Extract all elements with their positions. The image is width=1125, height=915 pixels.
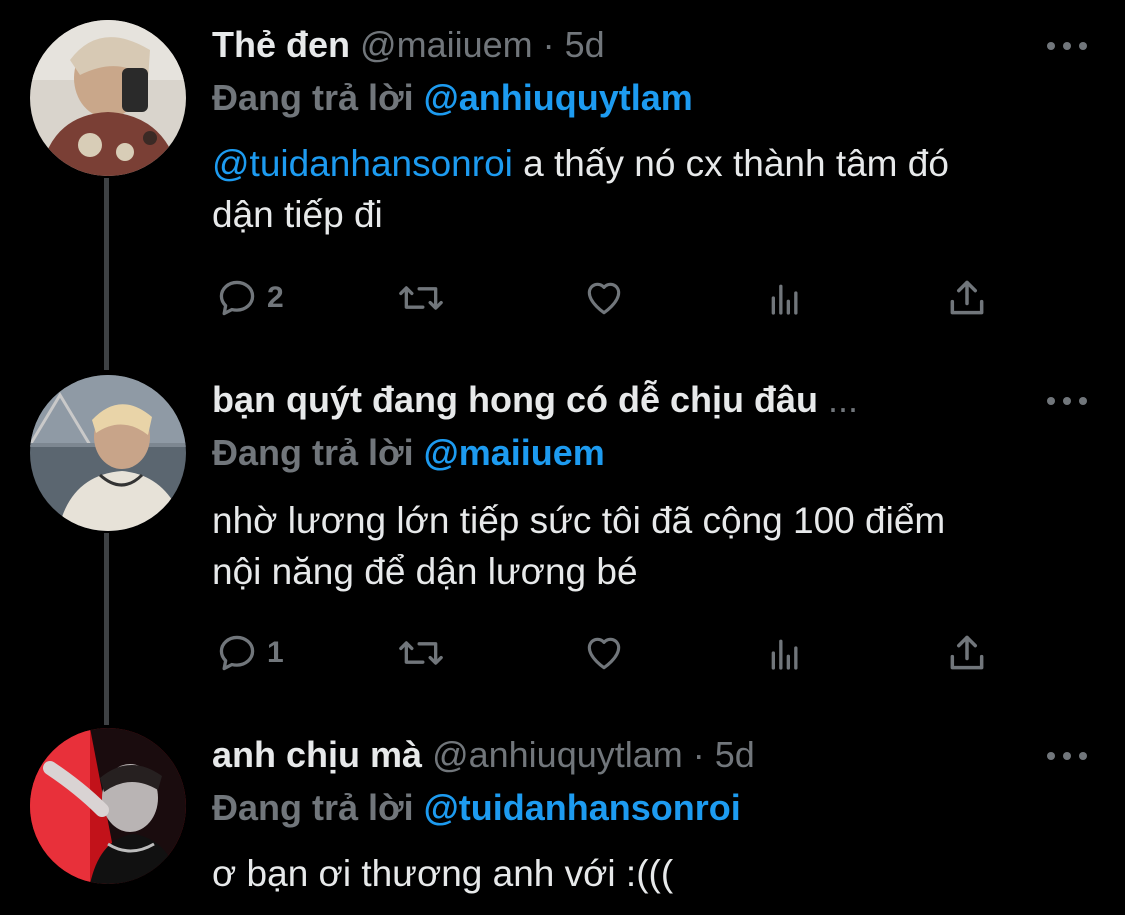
avatar[interactable]: [30, 20, 186, 176]
tweet-3[interactable]: anh chịu mà @anhiuquytlam · 5d Đang trả …: [0, 710, 1125, 915]
like-icon: [580, 276, 628, 320]
analytics-icon: [765, 631, 805, 675]
name-truncation: ...: [828, 379, 859, 420]
reply-mention-link[interactable]: @anhiuquytlam: [424, 77, 693, 118]
reply-button[interactable]: 1: [215, 628, 284, 678]
tweet-body: ơ bạn ơi thương anh với :(((: [212, 853, 674, 894]
handle[interactable]: @maiiuem: [360, 24, 533, 65]
share-button[interactable]: [945, 273, 989, 323]
tweet-1[interactable]: Thẻ đen @maiiuem · 5d Đang trả lời @anhi…: [0, 0, 1125, 355]
tweet-header: anh chịu mà @anhiuquytlam · 5d: [212, 730, 1045, 780]
handle[interactable]: @anhiuquytlam: [432, 734, 683, 775]
retweet-icon: [397, 276, 445, 320]
tweet-text: @tuidanhansonroi a thấy nó cx thành tâm …: [212, 138, 1092, 240]
share-button[interactable]: [945, 628, 989, 678]
reply-icon: [215, 276, 259, 320]
display-name[interactable]: Thẻ đen: [212, 24, 350, 65]
replying-to-label: Đang trả lời: [212, 77, 414, 118]
reply-icon: [215, 631, 259, 675]
reply-button[interactable]: 2: [215, 273, 284, 323]
replying-to: Đang trả lời @tuidanhansonroi: [212, 783, 741, 833]
action-bar: 2: [212, 273, 1012, 323]
retweet-icon: [397, 631, 445, 675]
tweet-header: bạn quýt đang hong có dễ chịu đâu ...: [212, 375, 1045, 425]
body-mention-link[interactable]: @tuidanhansonroi: [212, 143, 513, 184]
reply-mention-link[interactable]: @tuidanhansonroi: [424, 787, 741, 828]
retweet-button[interactable]: [397, 628, 445, 678]
replying-to-label: Đang trả lời: [212, 432, 414, 473]
reply-mention-link[interactable]: @maiiuem: [424, 432, 605, 473]
analytics-icon: [765, 276, 805, 320]
display-name[interactable]: anh chịu mà: [212, 734, 422, 775]
display-name[interactable]: bạn quýt đang hong có dễ chịu đâu: [212, 379, 818, 420]
analytics-button[interactable]: [765, 628, 805, 678]
tweet-header: Thẻ đen @maiiuem · 5d: [212, 20, 1045, 70]
like-button[interactable]: [580, 628, 628, 678]
like-button[interactable]: [580, 273, 628, 323]
tweet-body: nhờ lương lớn tiếp sức tôi đã cộng 100 đ…: [212, 500, 946, 592]
reply-count: 2: [267, 281, 284, 314]
more-options-icon[interactable]: [1045, 391, 1089, 411]
reply-count: 1: [267, 636, 284, 669]
timestamp[interactable]: 5d: [565, 24, 605, 65]
replying-to: Đang trả lời @maiiuem: [212, 428, 605, 478]
share-icon: [945, 276, 989, 320]
more-options-icon[interactable]: [1045, 746, 1089, 766]
tweet-2[interactable]: bạn quýt đang hong có dễ chịu đâu ... Đa…: [0, 355, 1125, 710]
like-icon: [580, 631, 628, 675]
avatar[interactable]: [30, 375, 186, 531]
replying-to: Đang trả lời @anhiuquytlam: [212, 73, 693, 123]
retweet-button[interactable]: [397, 273, 445, 323]
separator-dot: ·: [542, 24, 555, 65]
replying-to-label: Đang trả lời: [212, 787, 414, 828]
action-bar: 1: [212, 628, 1012, 678]
analytics-button[interactable]: [765, 273, 805, 323]
avatar[interactable]: [30, 728, 186, 884]
share-icon: [945, 631, 989, 675]
separator-dot: ·: [692, 734, 705, 775]
timestamp[interactable]: 5d: [715, 734, 755, 775]
more-options-icon[interactable]: [1045, 36, 1089, 56]
